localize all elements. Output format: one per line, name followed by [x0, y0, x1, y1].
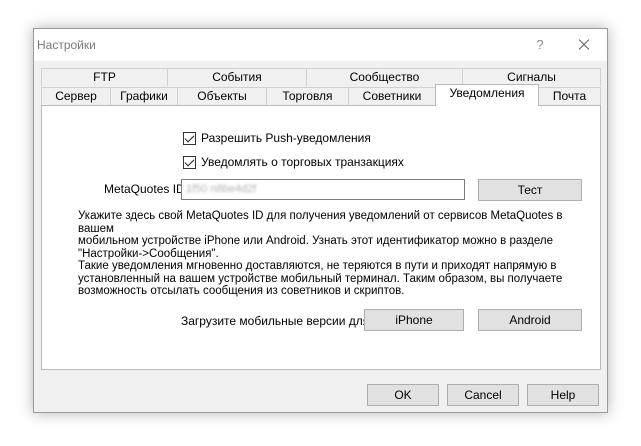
close-icon[interactable]: [574, 35, 594, 55]
tab-mail[interactable]: Почта: [538, 87, 601, 105]
metaquotes-id-value: 1f50 n8be4d2f: [186, 183, 257, 195]
tab-ftp[interactable]: FTP: [41, 68, 168, 86]
push-checkbox-label: Разрешить Push-уведомления: [201, 131, 371, 145]
settings-dialog: Настройки ? FTP События Сообщество Сигна…: [33, 28, 608, 413]
push-checkbox-row[interactable]: Разрешить Push-уведомления: [183, 130, 371, 146]
android-button[interactable]: Android: [478, 309, 582, 331]
info-line: установленный на вашем устройстве мобиль…: [78, 272, 563, 285]
tab-events[interactable]: События: [167, 68, 307, 86]
tab-trade[interactable]: Торговля: [266, 87, 349, 105]
test-button[interactable]: Тест: [478, 179, 582, 201]
tab-objects[interactable]: Объекты: [177, 87, 267, 105]
info-line: мобильном устройстве iPhone или Android.…: [78, 235, 553, 247]
download-label: Загрузите мобильные версии для:: [181, 314, 373, 328]
info-line: Такие уведомления мгновенно доставляются…: [78, 260, 557, 272]
metaquotes-id-label: MetaQuotes ID:: [104, 182, 189, 196]
info-line: Укажите здесь свой MetaQuotes ID для пол…: [78, 210, 563, 235]
help-icon[interactable]: ?: [530, 35, 550, 55]
ok-button[interactable]: OK: [367, 384, 439, 406]
metaquotes-id-input[interactable]: 1f50 n8be4d2f: [181, 179, 465, 200]
transactions-checkbox-row[interactable]: Уведомлять о торговых транзакциях: [183, 154, 404, 170]
tab-experts[interactable]: Советники: [348, 87, 436, 105]
info-text-id: Укажите здесь свой MetaQuotes ID для пол…: [78, 210, 593, 260]
cancel-button[interactable]: Cancel: [447, 384, 519, 406]
help-button[interactable]: Help: [527, 384, 599, 406]
tab-server[interactable]: Сервер: [41, 87, 111, 105]
window-title: Настройки: [37, 38, 96, 52]
title-bar: Настройки ?: [34, 29, 607, 61]
info-line: "Настройки->Сообщения".: [78, 247, 219, 260]
push-checkbox[interactable]: [183, 131, 196, 145]
iphone-button[interactable]: iPhone: [364, 309, 464, 331]
notifications-panel: Разрешить Push-уведомления Уведомлять о …: [41, 105, 601, 370]
tab-notifications[interactable]: Уведомления: [435, 84, 539, 106]
transactions-checkbox[interactable]: [183, 155, 196, 169]
info-text-delivery: Такие уведомления мгновенно доставляются…: [78, 260, 593, 298]
transactions-checkbox-label: Уведомлять о торговых транзакциях: [201, 155, 404, 169]
info-line: возможность отсылать сообщения из советн…: [78, 285, 405, 297]
tab-charts[interactable]: Графики: [110, 87, 178, 105]
